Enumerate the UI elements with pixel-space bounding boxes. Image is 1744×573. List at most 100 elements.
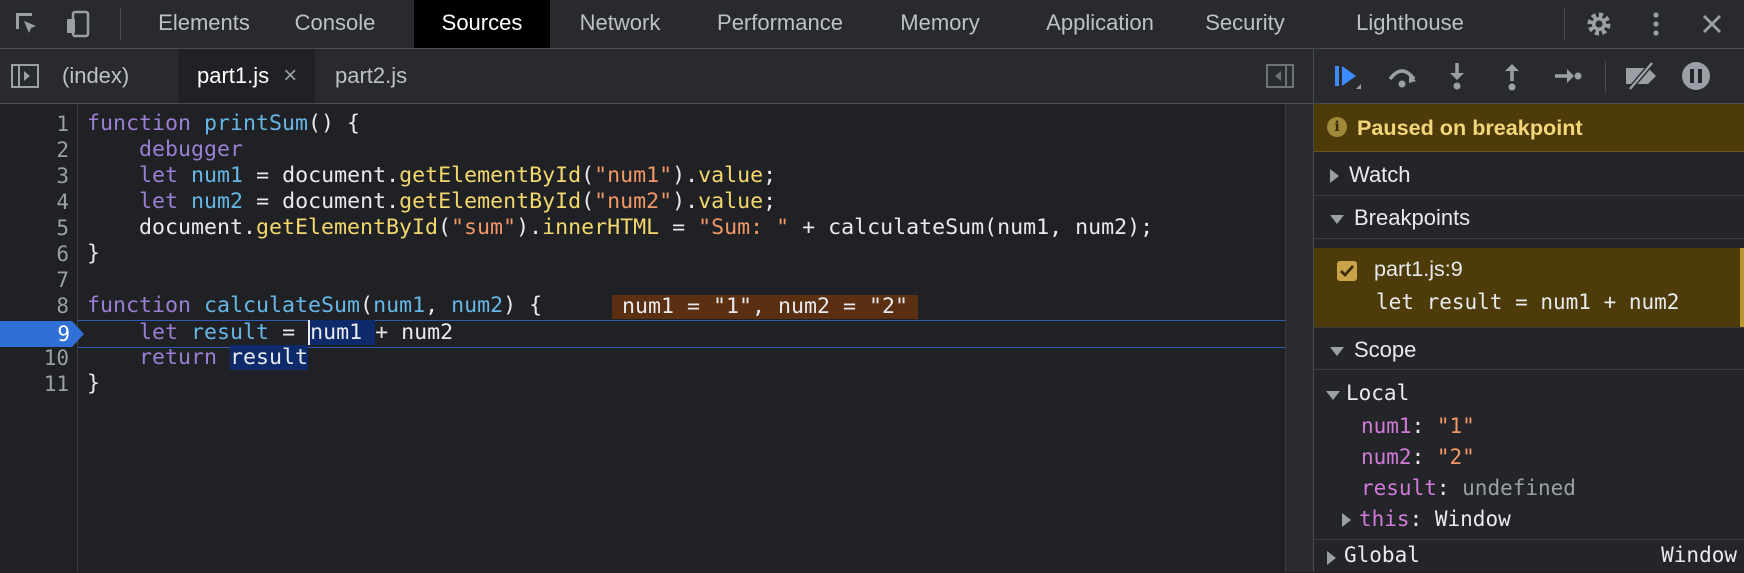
file-tab-label: (index)	[62, 63, 130, 88]
variable-name: result	[1361, 476, 1437, 500]
breakpoints-label: Breakpoints	[1354, 205, 1471, 230]
scope-variable[interactable]: num1: "1"	[1361, 411, 1475, 441]
expanded-triangle-icon	[1330, 214, 1344, 224]
scope-variable[interactable]: num2: "2"	[1361, 442, 1475, 472]
file-tab-index[interactable]: (index)	[62, 49, 162, 103]
code-line[interactable]: document.getElementById("sum").innerHTML…	[87, 215, 1153, 241]
line-number[interactable]: 3	[9, 163, 69, 189]
devtools-main-toolbar: Elements Console Sources Network Perform…	[0, 0, 1744, 49]
scope-local-header[interactable]: Local	[1314, 378, 1744, 408]
variable-value: undefined	[1462, 476, 1576, 500]
pause-on-exceptions-button[interactable]	[1677, 58, 1715, 94]
variable-name: num2	[1361, 445, 1412, 469]
paused-banner: i Paused on breakpoint	[1314, 104, 1744, 152]
scope-label: Scope	[1354, 337, 1417, 362]
step-over-button[interactable]	[1383, 58, 1421, 94]
more-vertical-icon[interactable]	[1638, 6, 1674, 42]
tab-performance[interactable]: Performance	[700, 0, 860, 48]
tab-application[interactable]: Application	[1025, 0, 1175, 48]
step-button[interactable]	[1548, 58, 1586, 94]
global-value: Window	[1661, 543, 1737, 567]
tab-network[interactable]: Network	[565, 0, 675, 48]
breakpoint-code: let result = num1 + num2	[1376, 290, 1680, 314]
breakpoint-item[interactable]: part1.js:9 let result = num1 + num2	[1314, 248, 1744, 327]
line-number[interactable]: 1	[9, 111, 69, 137]
settings-gear-icon[interactable]	[1581, 6, 1617, 42]
inspect-element-icon[interactable]	[9, 6, 45, 42]
scope-variable[interactable]: result: undefined	[1361, 473, 1576, 503]
code-line[interactable]: }	[87, 371, 100, 397]
variable-value: "2"	[1436, 445, 1475, 469]
variable-value: Window	[1434, 507, 1511, 531]
code-line[interactable]: let num1 = document.getElementById("num1…	[87, 163, 776, 189]
toolbar-divider	[120, 8, 121, 40]
inline-variable-values: num1 = "1", num2 = "2"	[612, 295, 919, 319]
file-tab-part1[interactable]: part1.js ×	[178, 49, 315, 103]
toggle-navigator-icon[interactable]	[7, 58, 43, 94]
breakpoint-checkbox[interactable]	[1337, 261, 1357, 281]
scope-variable[interactable]: this: Window	[1342, 504, 1511, 534]
debugger-sidebar: i Paused on breakpoint Watch Breakpoints…	[1313, 49, 1744, 572]
code-line[interactable]: }	[87, 241, 100, 267]
code-line[interactable]: function calculateSum(num1, num2) {	[87, 293, 542, 319]
sources-file-tabs: (index) part1.js × part2.js	[0, 49, 1313, 104]
debugger-toolbar	[1314, 49, 1744, 104]
line-number[interactable]: 6	[9, 241, 69, 267]
code-line[interactable]: function printSum() {	[87, 111, 360, 137]
step-into-button[interactable]	[1438, 58, 1476, 94]
current-line-number: 9	[57, 322, 70, 346]
variable-separator: :	[1409, 507, 1435, 531]
current-line-marker[interactable]: 9	[0, 321, 84, 347]
variable-name: num1	[1361, 414, 1412, 438]
tab-elements[interactable]: Elements	[139, 0, 269, 48]
watch-section-header[interactable]: Watch	[1314, 153, 1744, 196]
global-label: Global	[1344, 543, 1420, 567]
line-number[interactable]: 7	[9, 267, 69, 293]
expanded-triangle-icon	[1330, 346, 1344, 356]
line-number[interactable]: 4	[9, 189, 69, 215]
scope-global-header[interactable]: Global Window	[1314, 539, 1744, 573]
variable-separator: :	[1411, 445, 1437, 469]
file-tab-label: part1.js	[197, 63, 270, 88]
collapsed-triangle-icon	[1330, 169, 1339, 184]
line-number[interactable]: 8	[9, 293, 69, 319]
tab-sources[interactable]: Sources	[414, 0, 550, 48]
code-line[interactable]: let num2 = document.getElementById("num2…	[87, 189, 776, 215]
code-line[interactable]: return result	[87, 345, 309, 371]
paused-message: Paused on breakpoint	[1357, 115, 1583, 140]
expanded-triangle-icon	[1326, 391, 1340, 401]
breakpoint-location: part1.js:9	[1374, 256, 1463, 281]
tab-security[interactable]: Security	[1190, 0, 1300, 48]
line-number[interactable]: 11	[9, 371, 69, 397]
close-tab-icon[interactable]: ×	[283, 62, 297, 89]
code-line-current[interactable]: let result = num1 + num2	[87, 320, 453, 346]
close-icon[interactable]	[1694, 6, 1730, 42]
editor-scrollbar[interactable]	[1285, 104, 1313, 572]
watch-label: Watch	[1349, 162, 1411, 187]
collapsed-triangle-icon	[1342, 513, 1351, 527]
device-toolbar-icon[interactable]	[61, 6, 97, 42]
scope-section-header[interactable]: Scope	[1314, 327, 1744, 370]
code-editor[interactable]: 9 1 2 3 4 5 6 7 8 10 11 function printSu…	[0, 104, 1313, 572]
deactivate-breakpoints-button[interactable]	[1622, 58, 1660, 94]
toolbar-divider	[1605, 61, 1606, 93]
file-tab-part2[interactable]: part2.js	[335, 49, 435, 103]
tab-console[interactable]: Console	[280, 0, 390, 48]
line-number-gutter[interactable]: 9 1 2 3 4 5 6 7 8 10 11	[0, 104, 84, 572]
collapsed-triangle-icon	[1327, 550, 1336, 565]
code-line[interactable]: debugger	[87, 137, 243, 163]
variable-value: "1"	[1436, 414, 1475, 438]
line-number[interactable]: 10	[9, 345, 69, 371]
resume-button[interactable]	[1328, 58, 1366, 94]
line-number[interactable]: 2	[9, 137, 69, 163]
line-number[interactable]: 5	[9, 215, 69, 241]
tab-lighthouse[interactable]: Lighthouse	[1340, 0, 1480, 48]
variable-separator: :	[1411, 414, 1437, 438]
step-out-button[interactable]	[1493, 58, 1531, 94]
info-icon: i	[1327, 117, 1347, 137]
tab-memory[interactable]: Memory	[885, 0, 995, 48]
toggle-debugger-sidebar-icon[interactable]	[1262, 58, 1298, 94]
file-tab-label: part2.js	[335, 63, 408, 88]
breakpoints-section-header[interactable]: Breakpoints	[1314, 196, 1744, 239]
variable-separator: :	[1436, 476, 1463, 500]
